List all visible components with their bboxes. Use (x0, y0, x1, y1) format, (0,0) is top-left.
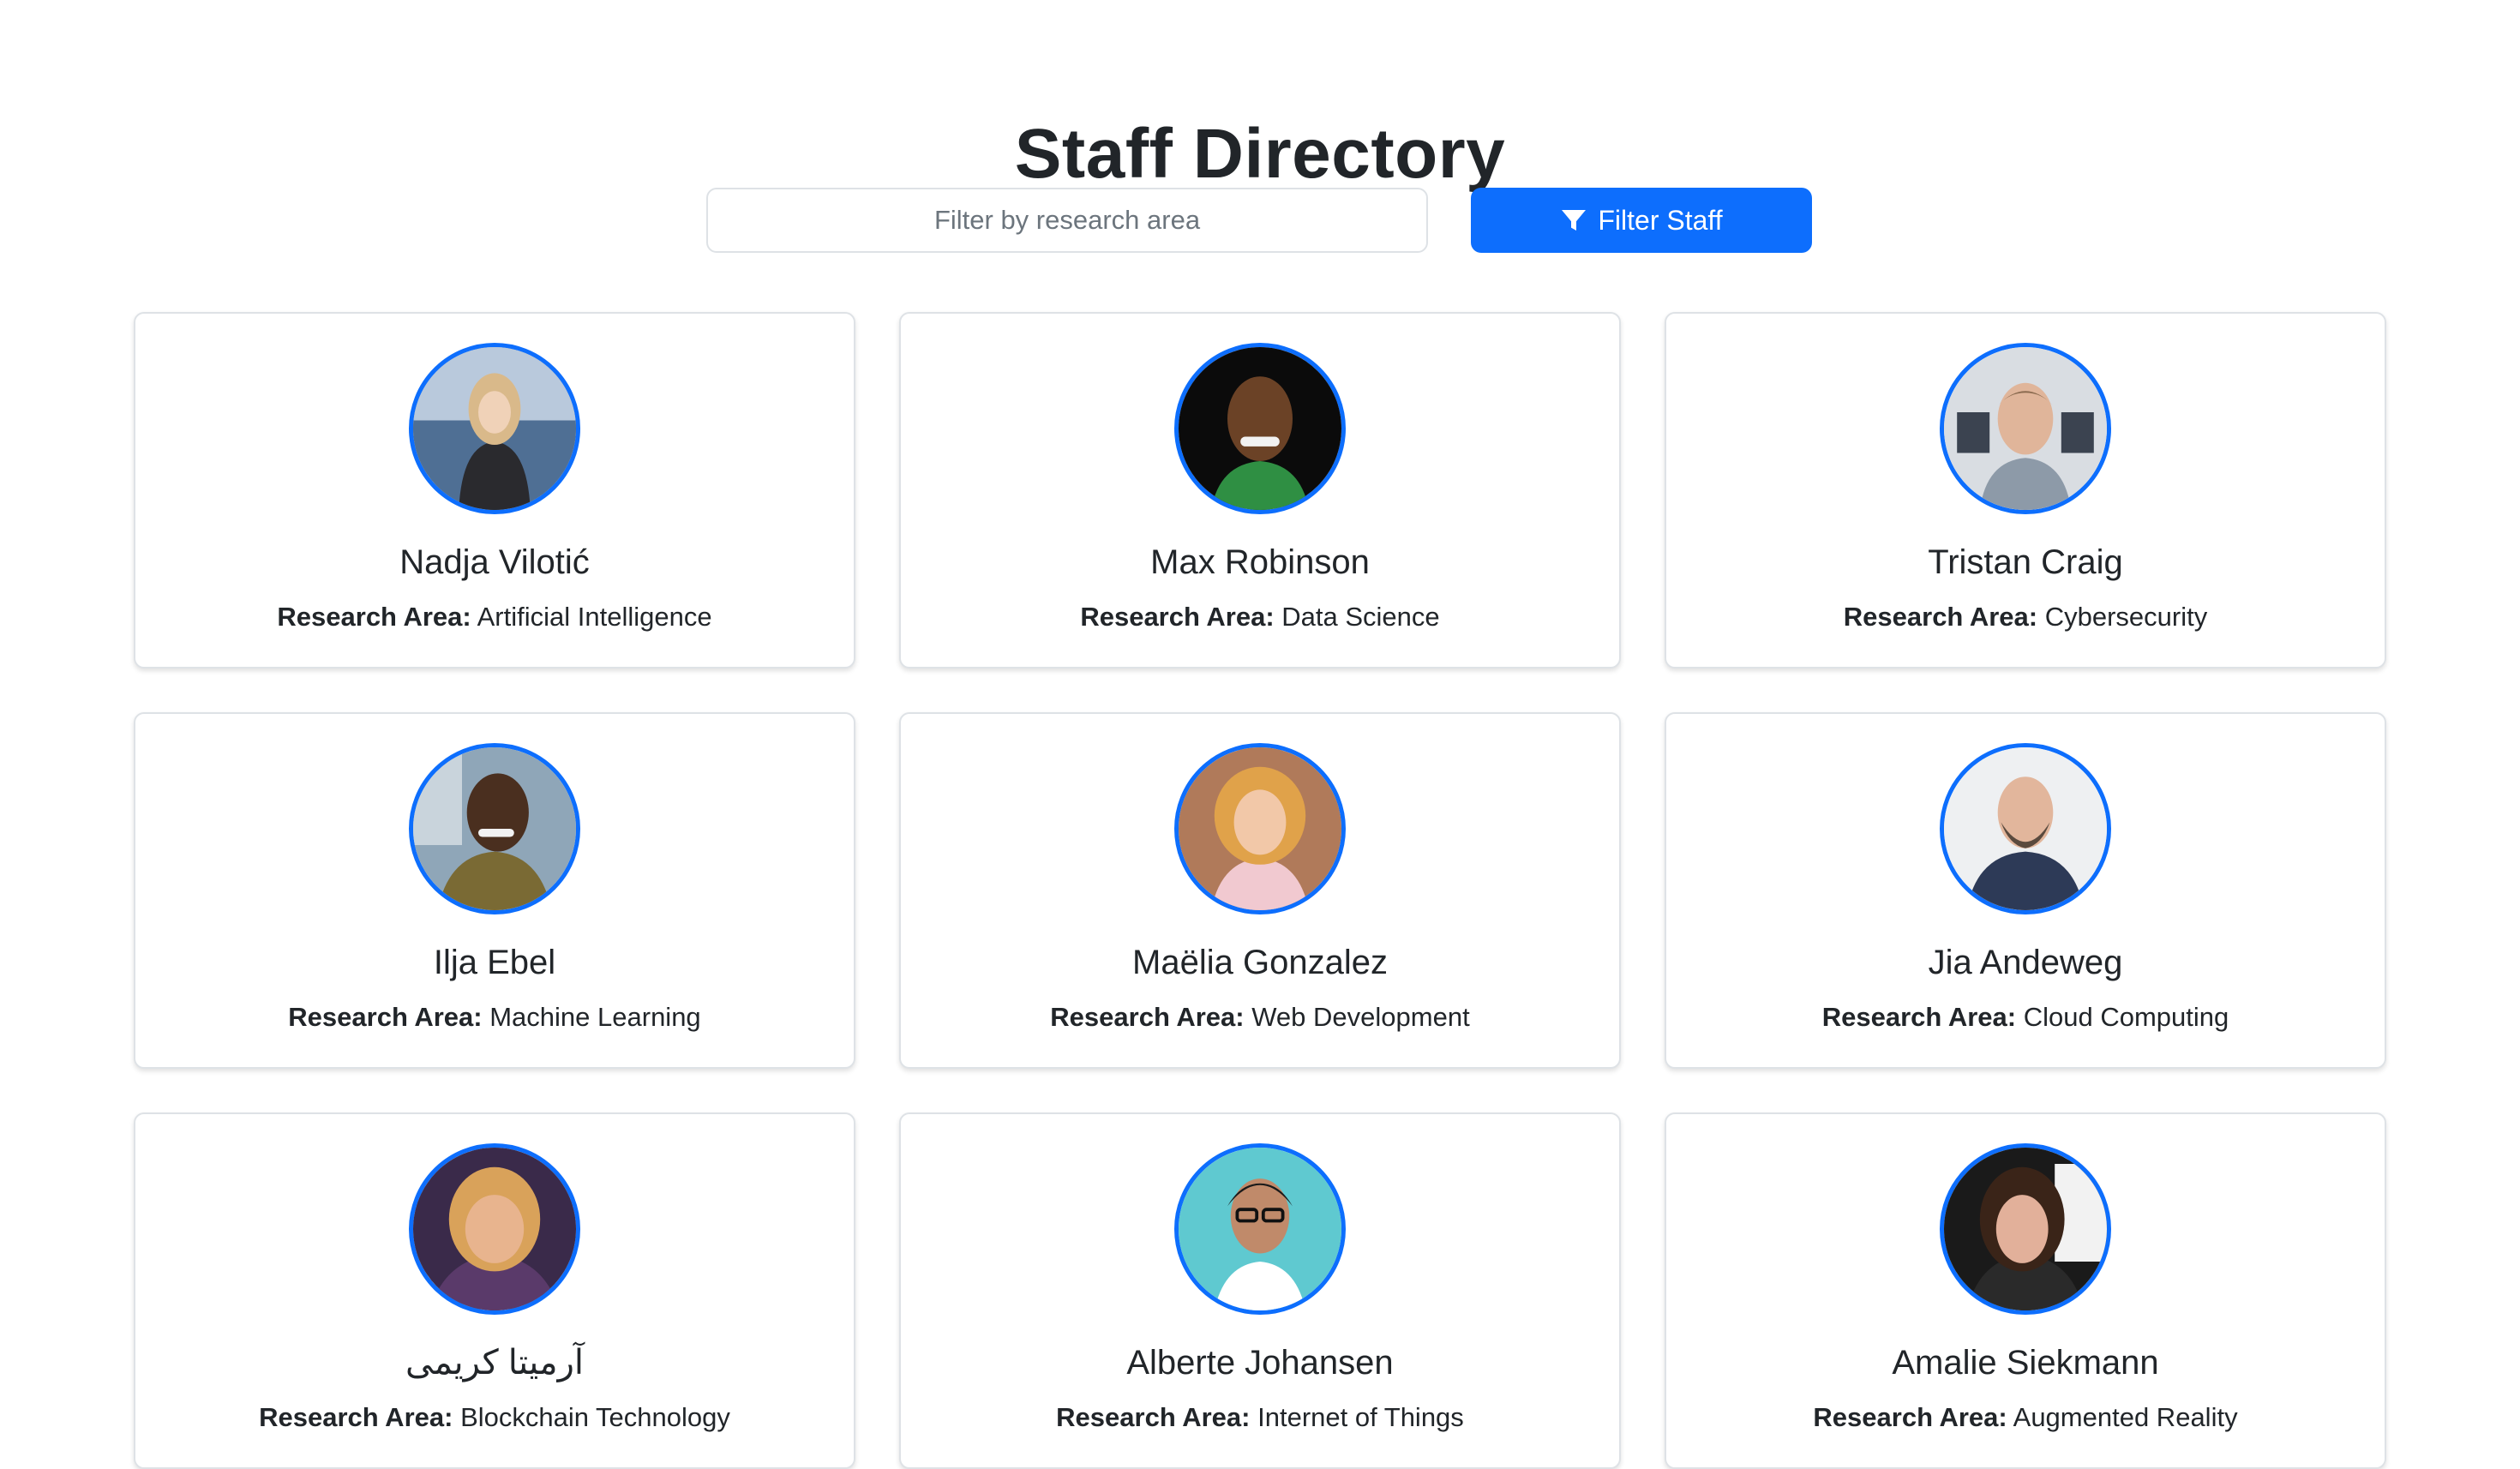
research-area-value: Blockchain Technology (460, 1402, 730, 1432)
research-area: Research Area: Data Science (901, 600, 1619, 634)
research-area: Research Area: Machine Learning (135, 1000, 854, 1034)
staff-card: Ilja Ebel Research Area: Machine Learnin… (134, 712, 855, 1069)
avatar (1174, 743, 1346, 914)
research-area-label: Research Area: (1813, 1402, 2007, 1432)
research-area: Research Area: Artificial Intelligence (135, 600, 854, 634)
research-area-value: Data Science (1281, 602, 1440, 632)
avatar (1174, 343, 1346, 514)
filter-icon (1560, 207, 1587, 234)
staff-name: Alberte Johansen (1126, 1344, 1394, 1382)
avatar (409, 743, 580, 914)
research-area-value: Internet of Things (1257, 1402, 1464, 1432)
research-area-label: Research Area: (288, 1002, 483, 1032)
research-area-label: Research Area: (1080, 602, 1275, 632)
research-area-label: Research Area: (1821, 1002, 2017, 1032)
filter-staff-button[interactable]: Filter Staff (1471, 188, 1812, 253)
staff-name: Nadja Vilotić (399, 543, 590, 581)
avatar (1940, 743, 2111, 914)
avatar (409, 343, 580, 514)
filter-button-label: Filter Staff (1598, 204, 1723, 236)
research-area: Research Area: Cybersecurity (1666, 600, 2385, 634)
research-area-filter-input[interactable] (706, 188, 1428, 253)
staff-grid: Nadja Vilotić Research Area: Artificial … (134, 312, 2386, 1469)
staff-card: Nadja Vilotić Research Area: Artificial … (134, 312, 855, 669)
staff-name: آرمیتا کریمی (405, 1344, 584, 1382)
staff-card: آرمیتا کریمی Research Area: Blockchain T… (134, 1112, 855, 1469)
staff-card: Jia Andeweg Research Area: Cloud Computi… (1665, 712, 2386, 1069)
staff-name: Amalie Siekmann (1892, 1344, 2159, 1382)
research-area-label: Research Area: (1056, 1402, 1251, 1432)
staff-card: Amalie Siekmann Research Area: Augmented… (1665, 1112, 2386, 1469)
research-area: Research Area: Internet of Things (901, 1400, 1619, 1435)
avatar (409, 1143, 580, 1315)
research-area-value: Artificial Intelligence (477, 602, 712, 632)
staff-card: Maëlia Gonzalez Research Area: Web Devel… (899, 712, 1621, 1069)
research-area: Research Area: Web Development (901, 1000, 1619, 1034)
research-area-value: Cybersecurity (2044, 602, 2208, 632)
avatar (1940, 1143, 2111, 1315)
research-area-value: Machine Learning (489, 1002, 701, 1032)
staff-name: Jia Andeweg (1928, 944, 2123, 981)
research-area-label: Research Area: (1843, 602, 2038, 632)
research-area: Research Area: Blockchain Technology (135, 1400, 854, 1435)
research-area-value: Web Development (1251, 1002, 1470, 1032)
research-area: Research Area: Augmented Reality (1666, 1400, 2385, 1435)
staff-name: Max Robinson (1150, 543, 1370, 581)
staff-card: Max Robinson Research Area: Data Science (899, 312, 1621, 669)
staff-card: Alberte Johansen Research Area: Internet… (899, 1112, 1621, 1469)
research-area-value: Augmented Reality (2013, 1402, 2238, 1432)
staff-card: Tristan Craig Research Area: Cybersecuri… (1665, 312, 2386, 669)
avatar (1940, 343, 2111, 514)
research-area-value: Cloud Computing (2023, 1002, 2229, 1032)
staff-name: Maëlia Gonzalez (1132, 944, 1388, 981)
research-area-label: Research Area: (1050, 1002, 1245, 1032)
research-area: Research Area: Cloud Computing (1666, 1000, 2385, 1034)
avatar (1174, 1143, 1346, 1315)
research-area-label: Research Area: (259, 1402, 453, 1432)
research-area-label: Research Area: (277, 602, 471, 632)
staff-name: Tristan Craig (1928, 543, 2123, 581)
staff-name: Ilja Ebel (433, 944, 556, 981)
